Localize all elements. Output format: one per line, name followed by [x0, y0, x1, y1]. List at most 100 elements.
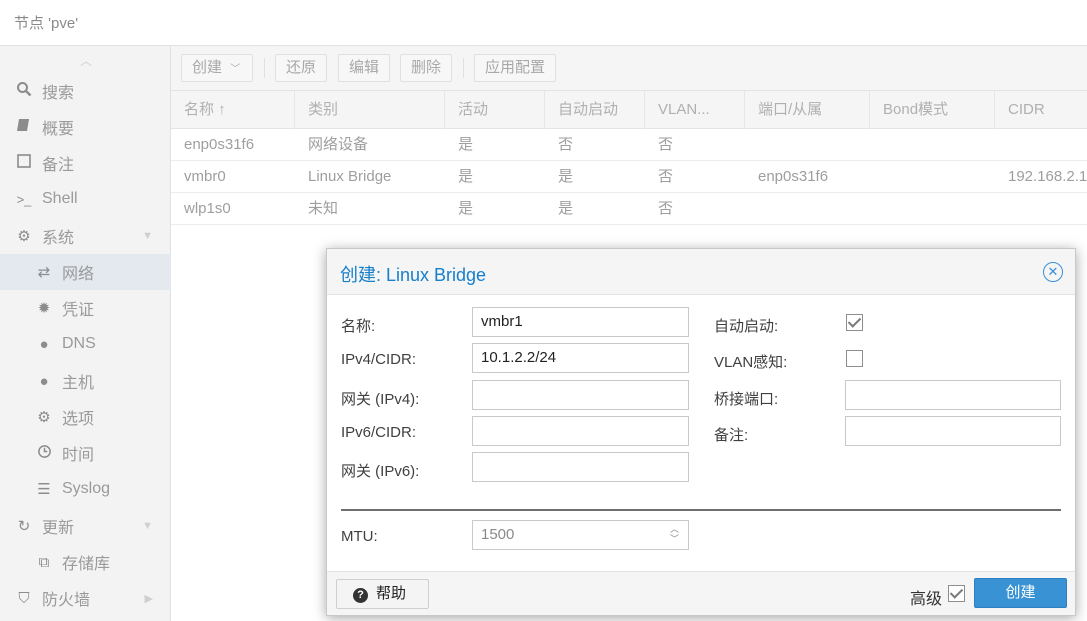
cell-type: Linux Bridge	[308, 168, 392, 185]
gateway-ipv4-input[interactable]	[472, 380, 689, 410]
dialog-title: 创建: Linux Bridge	[340, 265, 487, 285]
cell-vlan: 否	[658, 168, 674, 185]
help-button[interactable]: ? 帮助	[336, 579, 429, 609]
vlan-aware-checkbox[interactable]	[846, 350, 863, 367]
bridge-ports-label: 桥接端口:	[714, 391, 779, 408]
sidebar-item-system[interactable]: ⚙ 系统 ▼	[0, 218, 171, 254]
apply-config-button[interactable]: 应用配置	[474, 54, 557, 82]
sidebar-item-dns[interactable]: ● DNS	[0, 326, 171, 362]
sidebar-item-label: 主机	[62, 375, 95, 392]
ipv6-cidr-input[interactable]	[472, 416, 689, 446]
column-header-cidr[interactable]: CIDR	[995, 91, 1087, 129]
sidebar: ︿ 搜索 概要 备注 >_ Shell ⚙ 系统 ▼ ⇄ 网络 ✹ 凭证 ● D…	[0, 46, 171, 621]
column-header-vlan[interactable]: VLAN...	[645, 91, 745, 129]
chevron-down-icon: ﹀	[230, 64, 241, 75]
column-header-bond-mode[interactable]: Bond模式	[870, 91, 995, 129]
chevron-right-icon[interactable]: ▶	[145, 592, 153, 605]
sidebar-item-options[interactable]: ⚙ 选项	[0, 399, 171, 435]
autostart-checkbox[interactable]	[846, 314, 863, 331]
delete-button[interactable]: 删除	[400, 54, 453, 82]
cell-name: wlp1s0	[184, 200, 231, 217]
refresh-icon: ↻	[17, 518, 31, 535]
toolbar-separator	[463, 58, 464, 78]
cell-name: vmbr0	[184, 168, 226, 185]
cell-cidr	[995, 193, 1087, 225]
spinner-icon[interactable]: ︿ ﹀	[670, 524, 682, 546]
ipv4-cidr-input[interactable]: 10.1.2.2/24	[472, 343, 689, 373]
sidebar-item-time[interactable]: 时间	[0, 435, 171, 471]
gateway-ipv4-label: 网关 (IPv4):	[341, 391, 420, 408]
sidebar-item-label: 凭证	[62, 302, 95, 319]
revert-button[interactable]: 还原	[275, 54, 328, 82]
cell-bond-mode	[870, 129, 995, 161]
table-row[interactable]: vmbr0 Linux Bridge 是 是 否 enp0s31f6 192.1…	[171, 161, 1087, 193]
column-header-ports[interactable]: 端口/从属	[745, 91, 870, 129]
column-header-name[interactable]: 名称 ↑	[171, 91, 295, 129]
sidebar-item-label: Shell	[42, 190, 78, 207]
ipv6-label: IPv6/CIDR:	[341, 424, 417, 441]
bridge-ports-input[interactable]	[845, 380, 1061, 410]
cell-autostart: 是	[558, 200, 574, 217]
cell-type: 网络设备	[308, 136, 369, 153]
collapse-up-icon[interactable]: ︿	[80, 52, 92, 69]
help-icon: ?	[353, 588, 368, 603]
sidebar-item-network[interactable]: ⇄ 网络	[0, 254, 171, 290]
table-row[interactable]: wlp1s0 未知 是 是 否	[171, 193, 1087, 225]
edit-button[interactable]: 编辑	[338, 54, 391, 82]
sidebar-item-search[interactable]: 搜索	[0, 73, 171, 109]
mtu-value: 1500	[481, 526, 515, 543]
sidebar-item-updates[interactable]: ↻ 更新 ▼	[0, 508, 171, 544]
sidebar-item-label: 系统	[42, 230, 75, 247]
toolbar-separator	[264, 58, 265, 78]
table-row[interactable]: enp0s31f6 网络设备 是 否 否	[171, 129, 1087, 161]
column-header-autostart[interactable]: 自动启动	[545, 91, 645, 129]
cell-ports	[745, 193, 870, 225]
exchange-icon: ⇄	[37, 264, 51, 281]
sidebar-item-hosts[interactable]: ● 主机	[0, 363, 171, 399]
list-icon: ☰	[37, 481, 51, 498]
column-header-active[interactable]: 活动	[445, 91, 545, 129]
sidebar-item-label: 防火墙	[42, 592, 91, 609]
column-header-type[interactable]: 类别	[295, 91, 445, 129]
cell-ports: enp0s31f6	[758, 168, 829, 185]
gateway-ipv6-input[interactable]	[472, 452, 689, 482]
sidebar-item-syslog[interactable]: ☰ Syslog	[0, 471, 171, 507]
sidebar-item-firewall[interactable]: ⛉ 防火墙 ▶	[0, 580, 171, 616]
sidebar-item-label: 更新	[42, 520, 75, 537]
sidebar-item-label: 网络	[62, 266, 95, 283]
sidebar-item-shell[interactable]: >_ Shell	[0, 181, 171, 217]
search-icon	[14, 81, 34, 101]
sidebar-item-label: 时间	[62, 447, 95, 464]
create-menu-button[interactable]: 创建 ﹀	[181, 54, 253, 82]
sidebar-item-certificates[interactable]: ✹ 凭证	[0, 290, 171, 326]
create-button[interactable]: 创建	[974, 578, 1067, 608]
cell-bond-mode	[870, 161, 995, 193]
divider	[341, 509, 1061, 511]
sidebar-item-repositories[interactable]: ⧉ 存储库	[0, 544, 171, 580]
sidebar-item-label: 存储库	[62, 556, 111, 573]
create-menu-label: 创建	[192, 59, 223, 76]
toolbar: 创建 ﹀ 还原 编辑 删除 应用配置	[171, 46, 1087, 91]
cell-type: 未知	[308, 200, 339, 217]
cell-active: 是	[458, 168, 474, 185]
sidebar-item-notes[interactable]: 备注	[0, 145, 171, 181]
clock-icon	[34, 444, 54, 463]
sidebar-item-label: 选项	[62, 411, 95, 428]
advanced-checkbox[interactable]	[948, 585, 965, 602]
certificate-icon: ✹	[37, 300, 51, 317]
gear-icon: ⚙	[37, 409, 51, 426]
sidebar-item-label: 备注	[42, 157, 75, 174]
mtu-input[interactable]: 1500 ︿ ﹀	[472, 520, 689, 550]
shield-icon: ⛉	[18, 589, 30, 607]
note-icon	[14, 153, 34, 173]
cell-vlan: 否	[658, 136, 674, 153]
chevron-down-icon[interactable]: ▼	[142, 230, 153, 242]
gears-icon: ⚙	[17, 228, 31, 245]
chevron-down-icon[interactable]: ▼	[142, 520, 153, 532]
sidebar-item-summary[interactable]: 概要	[0, 109, 171, 145]
cell-vlan: 否	[658, 200, 674, 217]
name-input[interactable]: vmbr1	[472, 307, 689, 337]
globe-icon: ●	[39, 372, 49, 390]
close-icon[interactable]: ✕	[1043, 262, 1063, 282]
comment-input[interactable]	[845, 416, 1061, 446]
